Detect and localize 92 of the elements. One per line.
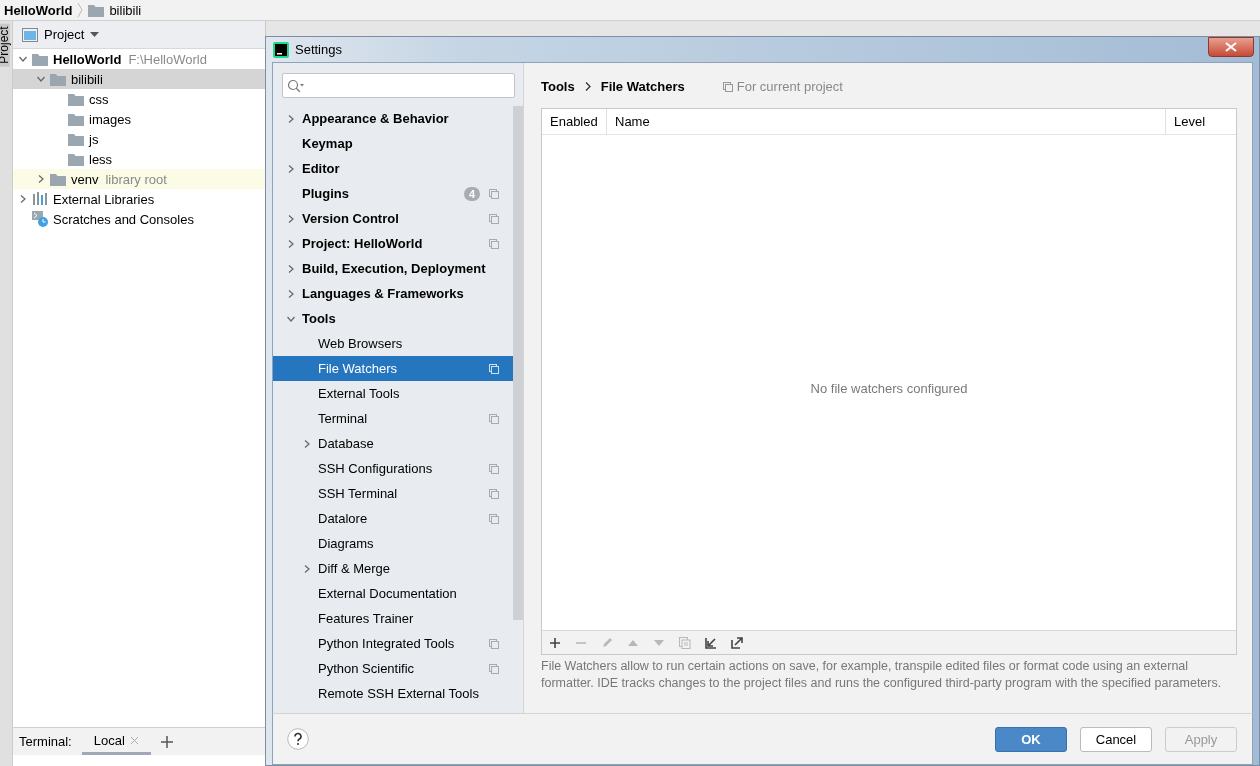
folder-icon: [68, 152, 84, 166]
tree-item[interactable]: External Libraries: [53, 191, 155, 207]
folder-icon: [68, 132, 84, 146]
terminal-label: Terminal:: [19, 734, 72, 749]
panel-title[interactable]: Project: [44, 27, 85, 42]
expanded-chevron-icon[interactable]: [19, 55, 27, 63]
folder-icon: [88, 3, 105, 17]
help-button[interactable]: [287, 728, 309, 750]
expanded-chevron-icon[interactable]: [287, 314, 295, 323]
settings-nav-item[interactable]: Terminal: [273, 406, 513, 431]
settings-nav-item[interactable]: Appearance & Behavior: [273, 106, 513, 131]
app-icon: [273, 41, 289, 58]
add-icon[interactable]: [160, 735, 173, 748]
settings-nav-item[interactable]: Remote SSH External Tools: [273, 681, 513, 706]
folder-icon: [68, 112, 84, 126]
chevron-icon: [584, 82, 591, 91]
copy-icon: [722, 81, 733, 92]
tree-item[interactable]: venv: [71, 171, 99, 187]
collapsed-chevron-icon[interactable]: [287, 114, 295, 123]
tree-item[interactable]: js: [89, 131, 99, 147]
tab-label: Local: [93, 732, 125, 748]
folder-icon: [50, 172, 66, 186]
dialog-title: Settings: [295, 42, 343, 57]
settings-nav-item[interactable]: Build, Execution, Deployment: [273, 256, 513, 281]
breadcrumb-item: File Watchers: [600, 79, 685, 94]
settings-nav-item[interactable]: Version Control: [273, 206, 513, 231]
import-arrow-icon[interactable]: [705, 636, 717, 649]
separator-icon: [77, 3, 84, 17]
collapsed-chevron-icon[interactable]: [19, 195, 27, 203]
export-arrow-icon[interactable]: [731, 636, 743, 649]
settings-nav-item[interactable]: Features Trainer: [273, 606, 513, 631]
empty-table-message: No file watchers configured: [810, 381, 968, 396]
settings-nav-item[interactable]: Editor: [273, 156, 513, 181]
collapsed-chevron-icon[interactable]: [287, 264, 295, 273]
collapsed-chevron-icon[interactable]: [287, 214, 295, 223]
settings-nav-item[interactable]: Python Scientific: [273, 656, 513, 681]
tree-item[interactable]: images: [89, 111, 131, 127]
column-header[interactable]: Level: [1166, 109, 1236, 134]
path-hint: library root: [105, 171, 167, 187]
scope-text: For current project: [736, 79, 843, 94]
settings-nav-item[interactable]: Database: [273, 431, 513, 456]
window-icon: [22, 27, 38, 42]
column-header[interactable]: Name: [607, 109, 1166, 134]
settings-nav-item[interactable]: SSH Terminal: [273, 481, 513, 506]
tree-item[interactable]: less: [89, 151, 113, 167]
settings-nav-item[interactable]: Diff & Merge: [273, 556, 513, 581]
settings-nav-item[interactable]: Diagrams: [273, 531, 513, 556]
expanded-chevron-icon[interactable]: [37, 75, 45, 83]
collapsed-chevron-icon[interactable]: [287, 164, 295, 173]
collapsed-chevron-icon[interactable]: [287, 239, 295, 248]
tree-item[interactable]: bilibili: [71, 71, 103, 87]
library-bars-icon: [32, 192, 48, 206]
settings-nav-item[interactable]: Project: HelloWorld: [273, 231, 513, 256]
search-icon: [287, 78, 305, 93]
count-badge: 4: [463, 186, 480, 201]
collapsed-chevron-icon[interactable]: [303, 564, 311, 573]
close-button[interactable]: [1208, 36, 1254, 57]
breadcrumb-item[interactable]: HelloWorld: [4, 2, 73, 18]
settings-nav-item[interactable]: Languages & Frameworks: [273, 281, 513, 306]
close-icon: [1225, 41, 1237, 52]
settings-nav-item[interactable]: File Watchers: [273, 356, 513, 381]
settings-nav-item[interactable]: Plugins 4: [273, 181, 513, 206]
description-text: File Watchers allow to run certain actions on save, for example, transpile edited files or format code using an external formatter. IDE tracks changes to the project files and runs the configured third-party program with the specified parameters.: [541, 658, 1223, 692]
column-header[interactable]: Enabled: [542, 109, 607, 134]
settings-nav-item[interactable]: Keymap: [273, 131, 513, 156]
search-field[interactable]: [282, 73, 515, 98]
collapsed-chevron-icon[interactable]: [303, 439, 311, 448]
breadcrumb-item: Tools: [541, 79, 575, 94]
collapsed-chevron-icon[interactable]: [287, 289, 295, 298]
settings-nav-item[interactable]: SSH Configurations: [273, 456, 513, 481]
settings-nav-item[interactable]: Web Browsers: [273, 331, 513, 356]
breadcrumb-item[interactable]: bilibili: [109, 2, 142, 18]
folder-icon: [68, 92, 84, 106]
dialog-button[interactable]: OK: [995, 726, 1067, 752]
folder-icon: [50, 72, 66, 86]
scrollbar-thumb[interactable]: [513, 106, 523, 620]
settings-nav-item[interactable]: External Documentation: [273, 581, 513, 606]
settings-nav-item[interactable]: Tools: [273, 306, 513, 331]
console-clock-icon: [32, 211, 48, 227]
dialog-button[interactable]: Cancel: [1080, 726, 1152, 752]
terminal-tab[interactable]: Local: [81, 728, 151, 755]
dropdown-caret-icon[interactable]: [90, 32, 100, 37]
settings-nav-item[interactable]: Python Integrated Tools: [273, 631, 513, 656]
tree-item[interactable]: css: [89, 91, 109, 107]
settings-nav-item[interactable]: Datalore: [273, 506, 513, 531]
tree-item[interactable]: HelloWorld: [53, 51, 122, 67]
tree-item[interactable]: Scratches and Consoles: [53, 211, 194, 227]
settings-nav-item[interactable]: External Tools: [273, 381, 513, 406]
folder-icon: [32, 52, 48, 66]
path-hint: F:\HelloWorld: [128, 51, 207, 67]
add-icon[interactable]: [549, 636, 561, 649]
collapsed-chevron-icon[interactable]: [37, 175, 45, 183]
